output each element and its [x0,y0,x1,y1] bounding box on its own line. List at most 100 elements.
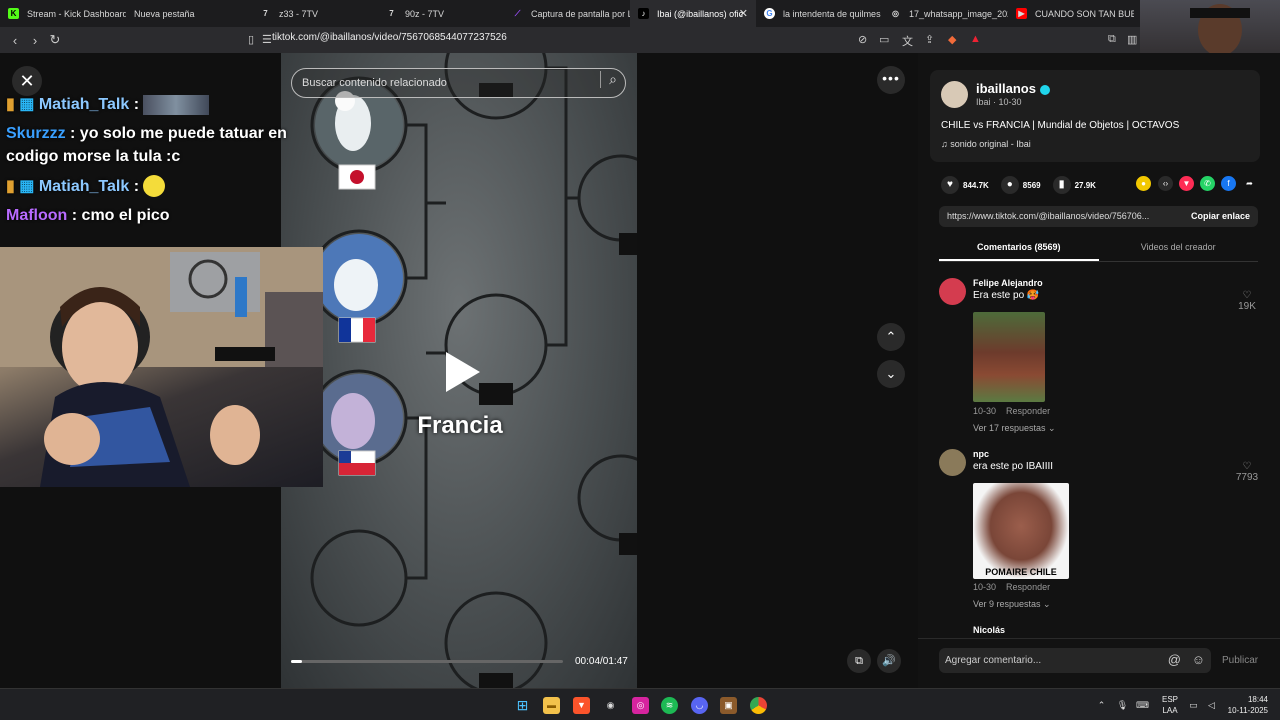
tab-youtube[interactable]: ▶ CUANDO SON TAN BUEN [1008,0,1134,27]
windows-start-icon[interactable]: ⊞ [514,697,531,714]
commenter-name[interactable]: Felipe Alejandro [973,278,1043,288]
forward-icon[interactable]: › [25,33,45,48]
commenter-name[interactable]: npc [973,449,989,459]
video-progress-bar[interactable] [291,660,563,663]
reply-button[interactable]: Responder [1006,582,1050,592]
language-indicator[interactable]: ESP LAA [1161,694,1179,716]
floating-player-button[interactable]: ⧉ [847,649,871,673]
bookmark-icon[interactable]: ▮ [1052,176,1071,194]
badge-icon: ▮ [6,177,15,195]
discord-icon[interactable]: ◡ [691,697,708,714]
tab-creator-videos[interactable]: Videos del creador [1099,238,1259,261]
clock-time: 18:44 [1247,695,1268,704]
bookmark-icon[interactable]: ▯ [248,33,254,46]
comment-date: 10-30 [973,582,997,592]
commenter-avatar[interactable] [939,449,966,476]
view-replies-button[interactable]: Ver 9 respuestas ⌄ [973,599,1051,610]
mention-icon[interactable]: @ [1168,652,1181,667]
copy-link-button[interactable]: Copiar enlace [1191,211,1250,221]
brave-icon[interactable]: ▼ [573,697,590,714]
image-emote [143,94,210,115]
brave-rewards-icon[interactable]: ▲ [970,33,981,45]
emoji-icon[interactable]: ☺ [1192,652,1205,667]
previous-video-button[interactable]: ⌃ [877,323,905,351]
tab-lightshot[interactable]: ⟋ Captura de pantalla por Li [504,0,630,27]
tab-tiktok[interactable]: ♪ Ibai (@ibaillanos) ofic ✕ [630,0,756,27]
comment-icon[interactable]: ● [1000,176,1019,194]
search-placeholder: Buscar contenido relacionado [302,77,447,89]
keyboard-layout: LAA [1162,706,1178,716]
tab-7tv-1[interactable]: 7 z33 - 7TV [252,0,378,27]
commenter-name[interactable]: Nicolás [973,625,1005,635]
file-explorer-icon[interactable]: ▬ [543,697,560,714]
site-settings-icon[interactable]: ☰ [262,33,272,46]
keyboard-icon[interactable]: ⌨ [1134,697,1151,714]
youtube-icon: ▶ [1016,8,1027,19]
next-video-button[interactable]: ⌄ [877,360,905,388]
sidebar-toggle-icon[interactable]: ▥ [1127,33,1137,46]
network-icon[interactable]: ▭ [1185,697,1202,714]
address-bar: ‹ › ↻ ▯ ☰ tiktok.com/@ibaillanos/video/7… [0,27,1280,53]
more-options-button[interactable]: ••• [877,66,905,94]
share-link-field[interactable]: https://www.tiktok.com/@ibaillanos/video… [939,206,1258,227]
tab-7tv-2[interactable]: 7 90z - 7TV [378,0,504,27]
lightshot-icon: ⟋ [514,8,521,18]
screen-icon[interactable]: ▭ [879,33,889,46]
video-time: 00:04/01:47 [575,656,628,667]
coin-icon[interactable]: ● [1136,176,1151,191]
commenter-avatar[interactable] [939,278,966,305]
tray-overflow-icon[interactable]: ⌃ [1093,697,1110,714]
share-icon[interactable]: ⇪ [925,33,934,46]
creator-name[interactable]: ibaillanos [976,81,1050,96]
send-icon[interactable]: ▼ [1179,176,1194,191]
reply-button[interactable]: Responder [1006,406,1050,416]
tab-new[interactable]: Nueva pestaña [126,0,252,27]
spotify-icon[interactable]: ≋ [661,697,678,714]
tab-whatsapp-image[interactable]: ◎ 17_whatsapp_image_2022 [882,0,1008,27]
play-icon[interactable] [446,352,480,392]
badge-icon: ▮ [6,96,15,113]
comment-image[interactable] [973,312,1045,402]
heart-icon[interactable]: ♥ [941,176,959,194]
comment-image[interactable]: POMAIRE CHILE [973,483,1069,579]
search-input[interactable]: Buscar contenido relacionado ⌕ [291,68,626,98]
search-icon[interactable]: ⌕ [600,71,617,88]
obs-icon[interactable]: ◉ [602,697,619,714]
cast-icon[interactable]: ⊘ [858,33,867,46]
comment-like[interactable]: ♡ 7793 [1235,461,1259,483]
url-field[interactable]: tiktok.com/@ibaillanos/video/75670685440… [272,32,507,43]
tab-label: Nueva pestaña [134,8,195,19]
share-arrow-icon[interactable]: ➦ [1242,176,1257,191]
volume-button[interactable]: 🔊 [877,649,901,673]
verified-icon [1039,84,1050,95]
translate-icon[interactable]: 文 [902,33,913,49]
embed-icon[interactable]: ‹› [1158,176,1173,191]
publish-button[interactable]: Publicar [1222,655,1258,666]
minecraft-icon[interactable]: ▣ [720,697,737,714]
sound-link[interactable]: ♫ sonido original - Ibai [941,139,1031,149]
comment-input[interactable]: Agregar comentario... @ ☺ [939,648,1211,673]
like-count: 844.7K [963,180,989,190]
comment-count: 8569 [1022,180,1041,190]
extensions-icon[interactable]: ⧉ [1108,33,1116,46]
view-replies-button[interactable]: Ver 17 respuestas ⌄ [973,423,1056,434]
whatsapp-icon[interactable]: ✆ [1200,176,1215,191]
chrome-icon[interactable] [750,697,767,714]
brave-shield-icon[interactable]: ◆ [948,33,956,46]
microphone-icon[interactable]: 🎙 [1114,697,1131,714]
system-clock[interactable]: 18:44 10-11-2025 [1224,694,1268,716]
tab-google[interactable]: Gla intendenta de quilmes [756,0,882,27]
tab-comments[interactable]: Comentarios (8569) [939,238,1099,261]
volume-icon[interactable]: ◁ [1203,697,1220,714]
creator-avatar[interactable] [941,81,968,108]
reload-icon[interactable]: ↻ [45,32,65,48]
facebook-icon[interactable]: f [1221,176,1236,191]
tab-kick[interactable]: K Stream - Kick Dashboard [0,0,126,27]
comment-like[interactable]: ♡ 19K [1235,290,1259,312]
comment-item: npc era este po IBAIIII POMAIRE CHILE 10… [939,449,1259,614]
streamer-webcam [0,247,323,487]
comment-like-count: 7793 [1235,472,1259,483]
instagram-icon[interactable]: ◎ [632,697,649,714]
close-icon[interactable]: ✕ [739,7,748,20]
back-icon[interactable]: ‹ [5,33,25,48]
